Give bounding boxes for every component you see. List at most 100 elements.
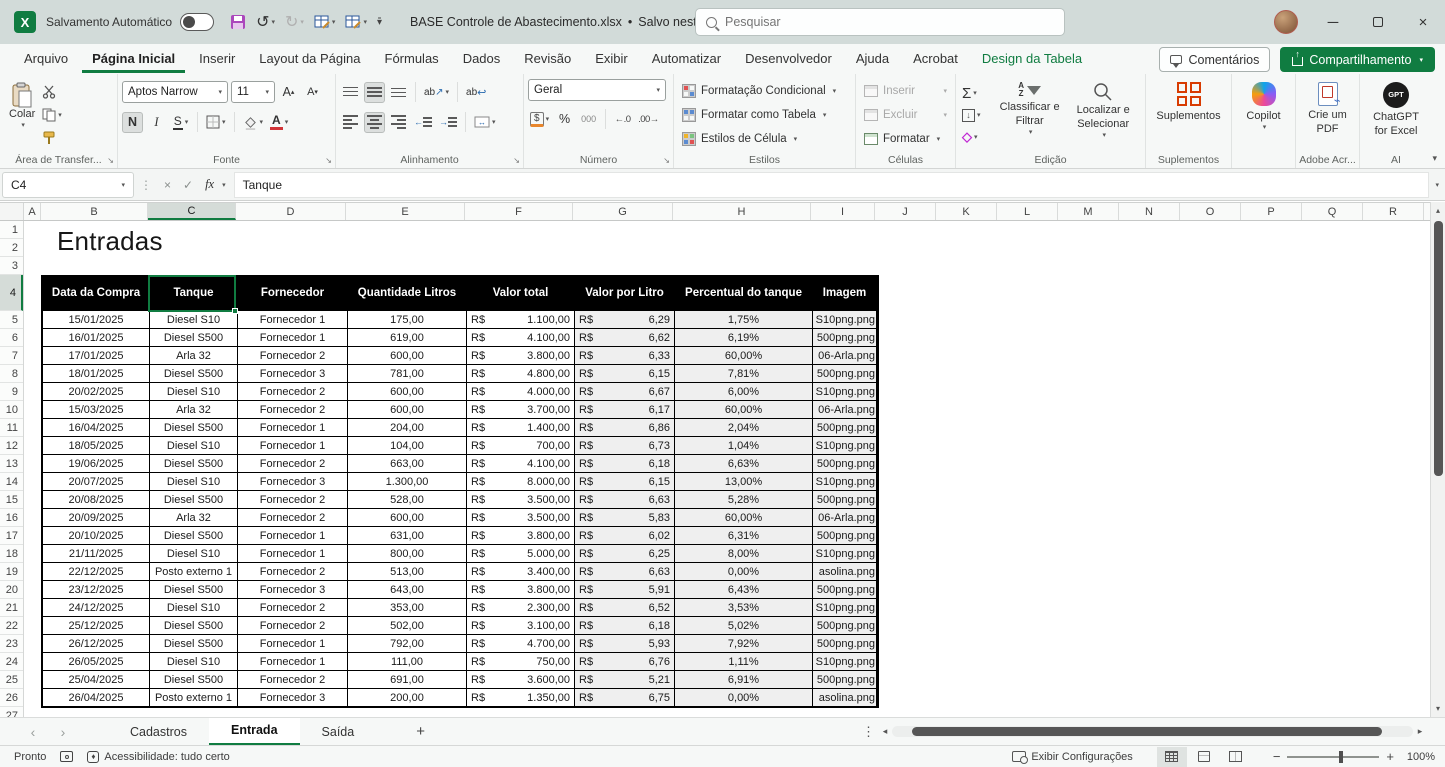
cell-F17[interactable]: R$3.800,00 bbox=[467, 526, 575, 544]
cell-H18[interactable]: 8,00% bbox=[675, 544, 813, 562]
format-painter-button[interactable] bbox=[42, 131, 62, 145]
sheet-tab-cadastros[interactable]: Cadastros bbox=[108, 718, 209, 746]
cell-C25[interactable]: Diesel S500 bbox=[150, 670, 238, 688]
cell-D24[interactable]: Fornecedor 1 bbox=[238, 652, 348, 670]
cell-G20[interactable]: R$5,91 bbox=[575, 580, 675, 598]
cell-D16[interactable]: Fornecedor 2 bbox=[238, 508, 348, 526]
cell-F10[interactable]: R$3.700,00 bbox=[467, 400, 575, 418]
cell-H10[interactable]: 60,00% bbox=[675, 400, 813, 418]
autosum-button[interactable]: Σ▾ bbox=[962, 85, 992, 102]
decrease-font-button[interactable]: A▾ bbox=[302, 82, 323, 103]
ribbon-tab-automatizar[interactable]: Automatizar bbox=[642, 46, 731, 73]
cell-F7[interactable]: R$3.800,00 bbox=[467, 346, 575, 364]
cell-B23[interactable]: 26/12/2025 bbox=[43, 634, 150, 652]
cell-I6[interactable]: 500png.png bbox=[813, 328, 877, 346]
cell-G10[interactable]: R$6,17 bbox=[575, 400, 675, 418]
clear-button[interactable]: ◇▾ bbox=[962, 129, 992, 145]
insert-function-button[interactable]: fx bbox=[205, 177, 214, 192]
ribbon-tab-acrobat[interactable]: Acrobat bbox=[903, 46, 968, 73]
cell-D19[interactable]: Fornecedor 2 bbox=[238, 562, 348, 580]
customize-qat-button[interactable]: ▾̄ bbox=[377, 17, 382, 28]
cell-F9[interactable]: R$4.000,00 bbox=[467, 382, 575, 400]
cell-E16[interactable]: 600,00 bbox=[348, 508, 467, 526]
row-header-1[interactable]: 1 bbox=[0, 221, 23, 239]
copy-button[interactable]: ▾ bbox=[42, 108, 62, 122]
column-header-a[interactable]: A bbox=[24, 203, 41, 220]
restore-button[interactable] bbox=[1356, 0, 1400, 44]
minimize-button[interactable]: ─ bbox=[1311, 0, 1355, 44]
collapse-ribbon-button[interactable]: ▾ bbox=[1432, 153, 1437, 164]
fill-button[interactable]: ↓▾ bbox=[962, 109, 992, 122]
align-right-button[interactable] bbox=[388, 112, 409, 133]
horizontal-scrollbar-thumb[interactable] bbox=[912, 727, 1382, 736]
cell-H24[interactable]: 1,11% bbox=[675, 652, 813, 670]
column-header-g[interactable]: G bbox=[573, 203, 673, 220]
cell-I10[interactable]: 06-Arla.png bbox=[813, 400, 877, 418]
row-header-11[interactable]: 11 bbox=[0, 419, 23, 437]
cell-B11[interactable]: 16/04/2025 bbox=[43, 418, 150, 436]
cell-B26[interactable]: 26/04/2025 bbox=[43, 688, 150, 706]
table-header-valor-total[interactable]: Valor total bbox=[467, 277, 575, 310]
table-header-valor-por-litro[interactable]: Valor por Litro bbox=[575, 277, 675, 310]
cell-E14[interactable]: 1.300,00 bbox=[348, 472, 467, 490]
cell-G25[interactable]: R$5,21 bbox=[575, 670, 675, 688]
document-title[interactable]: BASE Controle de Abastecimento.xlsx • Sa… bbox=[410, 15, 736, 29]
row-header-2[interactable]: 2 bbox=[0, 239, 23, 257]
vertical-scrollbar-thumb[interactable] bbox=[1434, 221, 1443, 476]
cell-H6[interactable]: 6,19% bbox=[675, 328, 813, 346]
sheet-tab-entrada[interactable]: Entrada bbox=[209, 718, 300, 746]
cell-F15[interactable]: R$3.500,00 bbox=[467, 490, 575, 508]
cell-D10[interactable]: Fornecedor 2 bbox=[238, 400, 348, 418]
cell-C10[interactable]: Arla 32 bbox=[150, 400, 238, 418]
cell-H22[interactable]: 5,02% bbox=[675, 616, 813, 634]
cell-G23[interactable]: R$5,93 bbox=[575, 634, 675, 652]
font-dialog-launcher[interactable]: ↘ bbox=[325, 156, 332, 165]
row-header-22[interactable]: 22 bbox=[0, 617, 23, 635]
bold-button[interactable]: N bbox=[122, 112, 143, 133]
expand-formula-bar-button[interactable]: ▾ bbox=[1435, 181, 1439, 189]
percent-style-button[interactable]: % bbox=[554, 109, 575, 130]
cell-D14[interactable]: Fornecedor 3 bbox=[238, 472, 348, 490]
cell-B8[interactable]: 18/01/2025 bbox=[43, 364, 150, 382]
cell-E24[interactable]: 111,00 bbox=[348, 652, 467, 670]
addins-button[interactable]: Suplementos bbox=[1150, 79, 1227, 127]
cell-B25[interactable]: 25/04/2025 bbox=[43, 670, 150, 688]
column-header-i[interactable]: I bbox=[811, 203, 875, 220]
cell-B19[interactable]: 22/12/2025 bbox=[43, 562, 150, 580]
cell-H17[interactable]: 6,31% bbox=[675, 526, 813, 544]
conditional-formatting-button[interactable]: Formatação Condicional▾ bbox=[682, 79, 851, 103]
cell-D8[interactable]: Fornecedor 3 bbox=[238, 364, 348, 382]
cell-H7[interactable]: 60,00% bbox=[675, 346, 813, 364]
column-header-l[interactable]: L bbox=[997, 203, 1058, 220]
cell-D12[interactable]: Fornecedor 1 bbox=[238, 436, 348, 454]
row-header-4[interactable]: 4 bbox=[0, 275, 23, 311]
cell-I24[interactable]: S10png.png bbox=[813, 652, 877, 670]
align-center-button[interactable] bbox=[364, 112, 385, 133]
cell-B18[interactable]: 21/11/2025 bbox=[43, 544, 150, 562]
chatgpt-button[interactable]: GPT ChatGPT for Excel bbox=[1364, 79, 1428, 142]
cell-I5[interactable]: S10png.png bbox=[813, 310, 877, 328]
cell-H11[interactable]: 2,04% bbox=[675, 418, 813, 436]
cell-F13[interactable]: R$4.100,00 bbox=[467, 454, 575, 472]
row-header-9[interactable]: 9 bbox=[0, 383, 23, 401]
cell-G5[interactable]: R$6,29 bbox=[575, 310, 675, 328]
cell-H9[interactable]: 6,00% bbox=[675, 382, 813, 400]
view-settings-button[interactable]: Exibir Configurações bbox=[1012, 751, 1133, 763]
ribbon-tab-arquivo[interactable]: Arquivo bbox=[14, 46, 78, 73]
number-dialog-launcher[interactable]: ↘ bbox=[663, 156, 670, 165]
formula-input[interactable]: Tanque bbox=[234, 172, 1430, 198]
cell-I16[interactable]: 06-Arla.png bbox=[813, 508, 877, 526]
zoom-slider[interactable] bbox=[1287, 756, 1379, 758]
cell-C20[interactable]: Diesel S500 bbox=[150, 580, 238, 598]
cell-C21[interactable]: Diesel S10 bbox=[150, 598, 238, 616]
cell-I12[interactable]: S10png.png bbox=[813, 436, 877, 454]
scroll-up-arrow[interactable]: ▴ bbox=[1436, 202, 1440, 219]
accounting-format-button[interactable]: $▾ bbox=[528, 109, 551, 130]
column-header-b[interactable]: B bbox=[41, 203, 148, 220]
row-header-5[interactable]: 5 bbox=[0, 311, 23, 329]
row-header-10[interactable]: 10 bbox=[0, 401, 23, 419]
column-header-p[interactable]: P bbox=[1241, 203, 1302, 220]
row-header-19[interactable]: 19 bbox=[0, 563, 23, 581]
row-header-21[interactable]: 21 bbox=[0, 599, 23, 617]
column-header-h[interactable]: H bbox=[673, 203, 811, 220]
